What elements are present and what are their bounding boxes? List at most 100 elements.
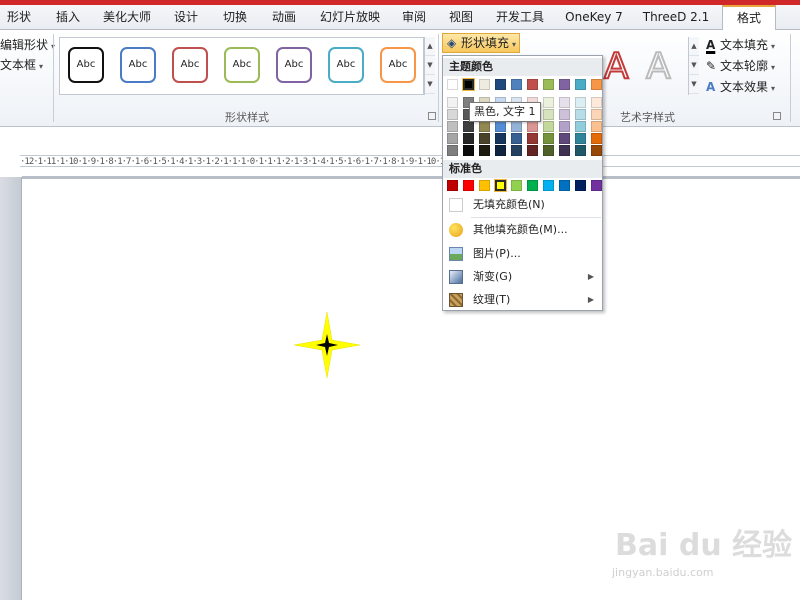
tab-developer[interactable]: 开发工具 xyxy=(488,5,552,30)
standard-color-swatch[interactable] xyxy=(559,180,570,191)
tab-design[interactable]: 设计 xyxy=(165,5,207,30)
wordart-sample-outline-red[interactable]: A xyxy=(603,45,630,88)
theme-shade-swatch[interactable] xyxy=(575,97,586,108)
theme-shade-swatch[interactable] xyxy=(479,145,490,156)
tab-insert[interactable]: 插入 xyxy=(46,5,90,30)
theme-color-swatch[interactable] xyxy=(527,79,538,90)
theme-color-swatch[interactable] xyxy=(447,79,458,90)
theme-shade-swatch[interactable] xyxy=(575,121,586,132)
theme-shade-swatch[interactable] xyxy=(591,97,602,108)
dialog-launcher-icon[interactable] xyxy=(773,112,781,120)
theme-color-swatch[interactable] xyxy=(511,79,522,90)
standard-color-swatch[interactable] xyxy=(463,180,474,191)
more-fill-colors-item[interactable]: 其他填充颜色(M)... xyxy=(443,219,602,241)
dialog-launcher-icon[interactable] xyxy=(428,112,436,120)
theme-shade-swatch[interactable] xyxy=(463,145,474,156)
gallery-more-icon[interactable]: ▼ xyxy=(425,75,435,94)
theme-shade-swatch[interactable] xyxy=(463,133,474,144)
theme-shade-swatch[interactable] xyxy=(543,121,554,132)
scroll-down-icon[interactable]: ▼ xyxy=(425,56,435,75)
standard-color-swatch[interactable] xyxy=(494,179,507,192)
edit-shape-button[interactable]: 编辑形状▾ xyxy=(0,36,55,53)
tab-animations[interactable]: 动画 xyxy=(263,5,305,30)
gallery-more-icon[interactable]: ▼ xyxy=(689,75,699,94)
gradient-fill-item[interactable]: 渐变(G) ▶ xyxy=(443,266,602,288)
theme-shade-swatch[interactable] xyxy=(543,145,554,156)
theme-shade-swatch[interactable] xyxy=(527,145,538,156)
theme-color-swatch[interactable] xyxy=(591,79,602,90)
standard-color-swatch[interactable] xyxy=(543,180,554,191)
wordart-sample-grey[interactable]: A xyxy=(645,45,672,88)
theme-shade-swatch[interactable] xyxy=(511,145,522,156)
tab-view[interactable]: 视图 xyxy=(440,5,482,30)
theme-shade-swatch[interactable] xyxy=(447,145,458,156)
theme-shade-swatch[interactable] xyxy=(559,97,570,108)
picture-fill-item[interactable]: 图片(P)... xyxy=(443,243,602,265)
theme-shade-swatch[interactable] xyxy=(543,97,554,108)
style-sample-purple[interactable]: Abc xyxy=(276,47,312,83)
style-sample-aqua[interactable]: Abc xyxy=(328,47,364,83)
style-sample-black[interactable]: Abc xyxy=(68,47,104,83)
theme-shade-swatch[interactable] xyxy=(463,121,474,132)
text-box-button[interactable]: 文本框 ▾ xyxy=(0,56,43,73)
standard-color-swatch[interactable] xyxy=(591,180,602,191)
tab-onekey[interactable]: OneKey 7 xyxy=(559,5,629,30)
texture-fill-item[interactable]: 纹理(T) ▶ xyxy=(443,289,602,311)
theme-shade-swatch[interactable] xyxy=(479,133,490,144)
scroll-down-icon[interactable]: ▼ xyxy=(689,56,699,75)
tab-review[interactable]: 审阅 xyxy=(393,5,435,30)
theme-shade-swatch[interactable] xyxy=(511,121,522,132)
standard-color-swatch[interactable] xyxy=(527,180,538,191)
theme-color-swatch[interactable] xyxy=(479,79,490,90)
standard-color-swatch[interactable] xyxy=(575,180,586,191)
theme-shade-swatch[interactable] xyxy=(527,121,538,132)
theme-shade-swatch[interactable] xyxy=(575,133,586,144)
wordart-gallery-scroll[interactable]: ▲ ▼ ▼ xyxy=(688,37,699,95)
theme-shade-swatch[interactable] xyxy=(575,109,586,120)
theme-shade-swatch[interactable] xyxy=(575,145,586,156)
theme-shade-swatch[interactable] xyxy=(495,133,506,144)
theme-shade-swatch[interactable] xyxy=(559,133,570,144)
tab-threed[interactable]: ThreeD 2.1 xyxy=(636,5,716,30)
no-fill-item[interactable]: 无填充颜色(N) xyxy=(443,194,602,216)
style-sample-red[interactable]: Abc xyxy=(172,47,208,83)
theme-shade-swatch[interactable] xyxy=(591,145,602,156)
text-fill-button[interactable]: A 文本填充 ▾ xyxy=(706,36,775,53)
style-sample-green[interactable]: Abc xyxy=(224,47,260,83)
theme-shade-swatch[interactable] xyxy=(559,121,570,132)
theme-shade-swatch[interactable] xyxy=(543,109,554,120)
theme-shade-swatch[interactable] xyxy=(559,145,570,156)
scroll-up-icon[interactable]: ▲ xyxy=(689,37,699,56)
tab-transitions[interactable]: 切换 xyxy=(214,5,256,30)
theme-color-swatch[interactable] xyxy=(575,79,586,90)
theme-shade-swatch[interactable] xyxy=(559,109,570,120)
text-outline-button[interactable]: ✎ 文本轮廓 ▾ xyxy=(706,57,775,74)
standard-color-swatch[interactable] xyxy=(447,180,458,191)
standard-color-swatch[interactable] xyxy=(511,180,522,191)
shape-fill-button[interactable]: ◈ 形状填充 ▾ xyxy=(442,33,520,53)
theme-shade-swatch[interactable] xyxy=(511,133,522,144)
tab-format[interactable]: 格式 xyxy=(722,5,776,31)
theme-shade-swatch[interactable] xyxy=(591,109,602,120)
theme-shade-swatch[interactable] xyxy=(591,133,602,144)
style-sample-blue[interactable]: Abc xyxy=(120,47,156,83)
theme-color-swatch[interactable] xyxy=(462,78,475,91)
tab-slideshow[interactable]: 幻灯片放映 xyxy=(312,5,388,30)
theme-shade-swatch[interactable] xyxy=(447,97,458,108)
four-point-star-shape[interactable] xyxy=(292,310,362,380)
style-sample-orange[interactable]: Abc xyxy=(380,47,416,83)
scroll-up-icon[interactable]: ▲ xyxy=(425,37,435,56)
theme-shade-swatch[interactable] xyxy=(447,121,458,132)
theme-color-swatch[interactable] xyxy=(559,79,570,90)
theme-shade-swatch[interactable] xyxy=(447,109,458,120)
theme-shade-swatch[interactable] xyxy=(495,145,506,156)
text-effect-button[interactable]: A 文本效果 ▾ xyxy=(706,78,775,95)
tab-shape[interactable]: 形状 xyxy=(0,5,38,30)
tab-beautify-master[interactable]: 美化大师 xyxy=(96,5,158,30)
theme-color-swatch[interactable] xyxy=(495,79,506,90)
theme-shade-swatch[interactable] xyxy=(527,133,538,144)
theme-shade-swatch[interactable] xyxy=(543,133,554,144)
theme-shade-swatch[interactable] xyxy=(495,121,506,132)
theme-shade-swatch[interactable] xyxy=(447,133,458,144)
theme-shade-swatch[interactable] xyxy=(591,121,602,132)
